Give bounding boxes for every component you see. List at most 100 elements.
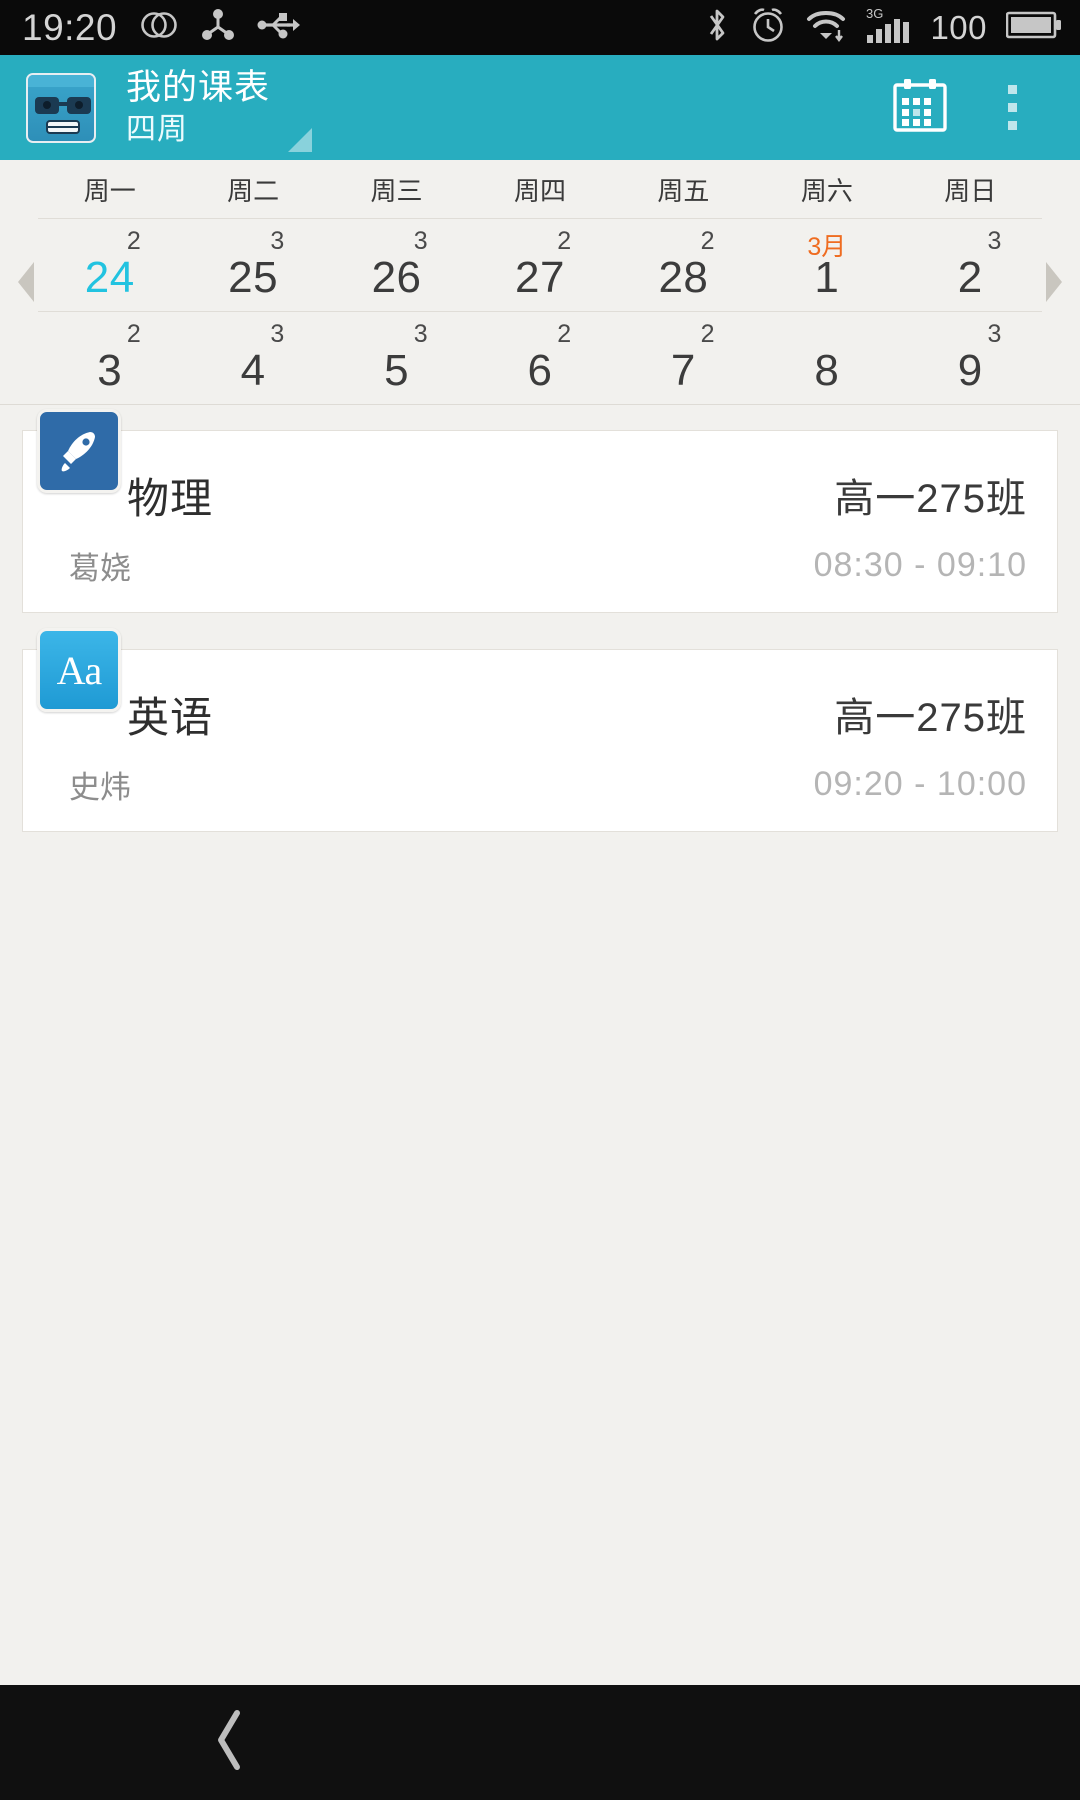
date-number: 2 xyxy=(957,253,983,302)
date-number: 9 xyxy=(957,346,983,395)
date-cell[interactable]: 3 9 xyxy=(899,312,1042,404)
course-card-bottom-row: 葛娆 08:30 - 09:10 xyxy=(69,543,1027,588)
course-teacher: 史炜 xyxy=(69,770,131,805)
date-number: 8 xyxy=(814,346,840,395)
app-bar: 我的课表 四周 xyxy=(0,55,1080,160)
course-card-bottom-row: 史炜 09:20 - 10:00 xyxy=(69,762,1027,807)
weekday-label: 周三 xyxy=(370,175,423,206)
date-cell[interactable]: 2 27 xyxy=(468,219,611,311)
app-screen: 19:20 3G 100 我的课表 四周 周一 周二 周三 周四 周五 周六 周… xyxy=(0,0,1080,1800)
date-rows: 2 24 3 25 3 26 2 27 2 28 3月 1 3 2 2 3 3 … xyxy=(0,218,1080,404)
status-bar: 19:20 3G 100 xyxy=(0,0,1080,55)
week-strip: 周一 周二 周三 周四 周五 周六 周日 2 24 3 25 3 26 2 27… xyxy=(0,160,1080,405)
date-number: 28 xyxy=(658,253,709,302)
weekday-label: 周日 xyxy=(944,175,997,206)
page-title: 我的课表 xyxy=(126,68,271,108)
overflow-menu-icon xyxy=(1007,85,1017,130)
date-cell[interactable]: 3 26 xyxy=(325,219,468,311)
course-card-top-row: 英语 高一275班 xyxy=(127,678,1027,750)
status-clock: 19:20 xyxy=(22,6,118,48)
date-row: 2 3 3 4 3 5 2 6 2 7 8 3 9 xyxy=(38,311,1042,404)
date-count-badge: 3 xyxy=(270,227,285,255)
date-count-badge: 3 xyxy=(413,320,428,348)
month-marker-label: 3月 xyxy=(807,233,847,261)
share-icon xyxy=(201,8,235,47)
course-list: 物理 高一275班 葛娆 08:30 - 09:10 Aa 英语 高一275班 … xyxy=(0,405,1080,868)
date-cell[interactable]: 3 25 xyxy=(181,219,324,311)
weekday-header-row: 周一 周二 周三 周四 周五 周六 周日 xyxy=(0,160,1080,218)
chevron-left-icon[interactable] xyxy=(18,262,34,302)
date-count-badge: 2 xyxy=(557,320,572,348)
date-count-badge: 2 xyxy=(700,227,715,255)
page-subtitle: 四周 xyxy=(126,112,188,146)
date-count-badge: 3 xyxy=(987,227,1002,255)
calendar-icon xyxy=(891,76,949,139)
date-number: 4 xyxy=(240,346,266,395)
weekday-label: 周二 xyxy=(227,175,280,206)
overflow-menu-button[interactable] xyxy=(966,62,1058,154)
date-number: 6 xyxy=(527,346,553,395)
usb-icon xyxy=(257,10,301,45)
dual-sim-icon xyxy=(139,10,179,45)
course-icon-glyph: Aa xyxy=(56,647,103,693)
date-cell[interactable]: 3 2 xyxy=(899,219,1042,311)
back-chevron-icon xyxy=(207,1705,253,1780)
date-cell[interactable]: 3月 1 xyxy=(755,219,898,311)
weekday-label: 周四 xyxy=(513,175,566,206)
date-cell[interactable]: 3 5 xyxy=(325,312,468,404)
date-number: 26 xyxy=(371,253,422,302)
calendar-button[interactable] xyxy=(874,62,966,154)
back-button[interactable] xyxy=(130,1685,330,1800)
course-class: 高一275班 xyxy=(834,477,1027,521)
status-bar-right: 3G 100 xyxy=(704,5,1062,50)
date-cell[interactable]: 2 6 xyxy=(468,312,611,404)
course-card-top-row: 物理 高一275班 xyxy=(127,459,1027,531)
signal-3g-icon: 3G xyxy=(865,5,911,50)
battery-icon xyxy=(1005,9,1062,46)
weekday-label: 周六 xyxy=(800,175,853,206)
status-bar-left: 19:20 xyxy=(22,7,301,49)
date-count-badge: 3 xyxy=(987,320,1002,348)
course-teacher: 葛娆 xyxy=(69,551,131,586)
date-cell[interactable]: 2 28 xyxy=(612,219,755,311)
date-number: 5 xyxy=(384,346,410,395)
svg-text:3G: 3G xyxy=(866,6,883,21)
chevron-right-icon[interactable] xyxy=(1046,262,1062,302)
date-number: 3 xyxy=(97,346,123,395)
date-cell[interactable]: 8 xyxy=(755,312,898,404)
course-class: 高一275班 xyxy=(834,696,1027,740)
bluetooth-icon xyxy=(704,6,730,49)
date-cell[interactable]: 2 24 xyxy=(38,219,181,311)
date-count-badge: 2 xyxy=(557,227,572,255)
date-cell[interactable]: 2 3 xyxy=(38,312,181,404)
date-count-badge: 3 xyxy=(270,320,285,348)
course-time: 08:30 - 09:10 xyxy=(813,546,1027,584)
course-name: 物理 xyxy=(127,474,214,522)
battery-percent-label: 100 xyxy=(930,8,987,46)
date-cell[interactable]: 3 4 xyxy=(181,312,324,404)
date-count-badge: 2 xyxy=(126,320,141,348)
date-cell[interactable]: 2 7 xyxy=(612,312,755,404)
rocket-icon xyxy=(37,409,121,493)
course-time: 09:20 - 10:00 xyxy=(813,765,1027,803)
date-row: 2 24 3 25 3 26 2 27 2 28 3月 1 3 2 xyxy=(38,218,1042,311)
empty-content-area xyxy=(0,868,1080,1800)
date-number: 24 xyxy=(84,253,135,302)
wifi-icon xyxy=(806,8,846,47)
course-card[interactable]: Aa 英语 高一275班 史炜 09:20 - 10:00 xyxy=(22,628,1058,832)
alarm-icon xyxy=(749,6,787,49)
date-number: 7 xyxy=(670,346,696,395)
dropdown-caret-icon[interactable] xyxy=(288,128,313,152)
system-navigation-bar xyxy=(0,1685,1080,1800)
weekday-label: 周五 xyxy=(657,175,710,206)
app-title-block[interactable]: 我的课表 四周 xyxy=(126,69,270,146)
date-number: 25 xyxy=(228,253,279,302)
date-count-badge: 3 xyxy=(413,227,428,255)
course-card[interactable]: 物理 高一275班 葛娆 08:30 - 09:10 xyxy=(22,409,1058,613)
date-count-badge: 2 xyxy=(700,320,715,348)
course-name: 英语 xyxy=(127,693,214,741)
app-logo-icon xyxy=(26,72,96,143)
letters-aa-icon: Aa xyxy=(37,628,121,712)
weekday-label: 周一 xyxy=(83,175,136,206)
date-count-badge: 2 xyxy=(126,227,141,255)
